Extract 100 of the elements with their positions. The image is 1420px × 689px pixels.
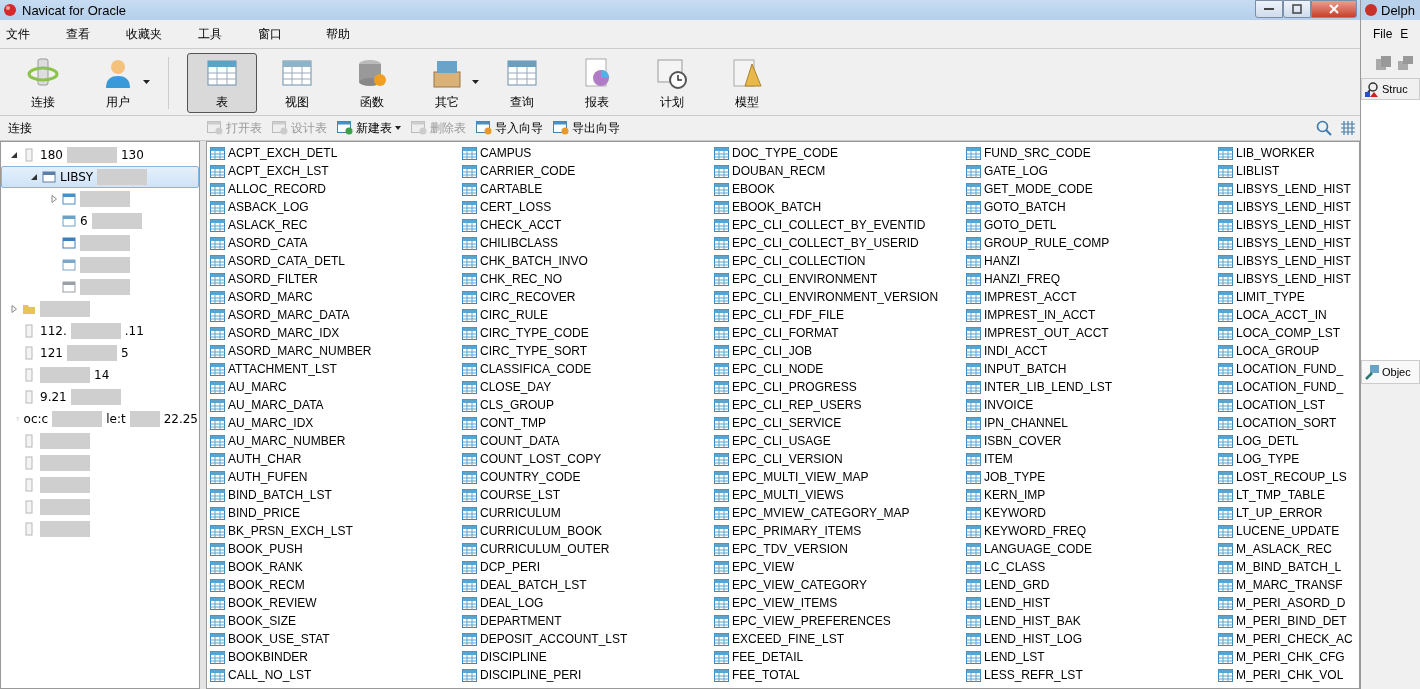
table-item[interactable]: ASORD_MARC_NUMBER [210, 342, 462, 360]
table-item[interactable]: LOCATION_FUND_ [1218, 378, 1359, 396]
table-item[interactable]: DEAL_LOG [462, 594, 714, 612]
menu-item[interactable]: 工具 [198, 25, 234, 43]
table-item[interactable]: FEE_DETAIL [714, 648, 966, 666]
table-item[interactable]: AU_MARC_NUMBER [210, 432, 462, 450]
table-item[interactable]: GROUP_RULE_COMP [966, 234, 1218, 252]
table-item[interactable]: IMPREST_ACCT [966, 288, 1218, 306]
table-item[interactable]: LOST_RECOUP_LS [1218, 468, 1359, 486]
menu-item[interactable]: File [1373, 27, 1393, 41]
table-item[interactable]: CONT_TMP [462, 414, 714, 432]
table-item[interactable]: GOTO_BATCH [966, 198, 1218, 216]
toolbar-button[interactable]: 查询 [487, 53, 557, 113]
table-item[interactable]: IMPREST_OUT_ACCT [966, 324, 1218, 342]
table-item[interactable]: EPC_CLI_USAGE [714, 432, 966, 450]
table-item[interactable]: FUND_SRC_CODE [966, 144, 1218, 162]
panel-tab[interactable]: Struc [1361, 78, 1420, 100]
table-item[interactable]: GET_MODE_CODE [966, 180, 1218, 198]
toolbar-button[interactable]: 计划 [637, 53, 707, 113]
table-item[interactable]: EPC_MVIEW_CATEGORY_MAP [714, 504, 966, 522]
table-item[interactable]: LIBLIST [1218, 162, 1359, 180]
table-item[interactable]: ACPT_EXCH_DETL [210, 144, 462, 162]
table-item[interactable]: DOC_TYPE_CODE [714, 144, 966, 162]
table-item[interactable]: LOCA_COMP_LST [1218, 324, 1359, 342]
table-item[interactable]: M_PERI_CHK_CFG [1218, 648, 1359, 666]
table-item[interactable]: BOOKBINDER [210, 648, 462, 666]
table-item[interactable]: LIBSYS_LEND_HIST [1218, 234, 1359, 252]
menu-item[interactable]: E [1400, 27, 1409, 41]
table-item[interactable]: FEE_TOTAL [714, 666, 966, 684]
table-item[interactable]: AU_MARC [210, 378, 462, 396]
table-item[interactable]: ASORD_CATA_DETL [210, 252, 462, 270]
tree-item[interactable]: 6 [1, 210, 199, 232]
table-item[interactable]: LEND_HIST [966, 594, 1218, 612]
table-item[interactable]: CERT_LOSS [462, 198, 714, 216]
table-item[interactable]: EPC_CLI_NODE [714, 360, 966, 378]
grid-view-icon[interactable] [1340, 120, 1356, 136]
table-item[interactable]: EBOOK_BATCH [714, 198, 966, 216]
toolbar-button[interactable]: 用户 [83, 53, 153, 113]
table-item[interactable]: BOOK_REVIEW [210, 594, 462, 612]
toolbar-button[interactable]: 视图 [262, 53, 332, 113]
toolbar-button[interactable]: 其它 [412, 53, 482, 113]
table-item[interactable]: EPC_MULTI_VIEW_MAP [714, 468, 966, 486]
table-item[interactable]: CURRICULUM_BOOK [462, 522, 714, 540]
table-item[interactable]: EPC_CLI_COLLECT_BY_EVENTID [714, 216, 966, 234]
tree-item[interactable]: LIBSY [1, 166, 199, 188]
table-item[interactable]: CIRC_RECOVER [462, 288, 714, 306]
table-item[interactable]: LIBSYS_LEND_HIST [1218, 252, 1359, 270]
table-item[interactable]: CARTABLE [462, 180, 714, 198]
table-item[interactable]: CIRC_RULE [462, 306, 714, 324]
table-item[interactable]: EPC_CLI_PROGRESS [714, 378, 966, 396]
table-item[interactable]: AUTH_CHAR [210, 450, 462, 468]
table-item[interactable]: EPC_CLI_REP_USERS [714, 396, 966, 414]
table-item[interactable]: BOOK_PUSH [210, 540, 462, 558]
copy-icon[interactable] [1375, 55, 1393, 71]
table-item[interactable]: KERN_IMP [966, 486, 1218, 504]
table-item[interactable]: LEND_HIST_BAK [966, 612, 1218, 630]
table-item[interactable]: EPC_VIEW_PREFERENCES [714, 612, 966, 630]
menu-item[interactable]: 窗口 [258, 25, 294, 43]
table-item[interactable]: ASORD_MARC_DATA [210, 306, 462, 324]
table-item[interactable]: LIMIT_TYPE [1218, 288, 1359, 306]
table-item[interactable]: EBOOK [714, 180, 966, 198]
table-item[interactable]: AU_MARC_IDX [210, 414, 462, 432]
table-item[interactable]: CURRICULUM_OUTER [462, 540, 714, 558]
table-item[interactable]: EPC_CLI_JOB [714, 342, 966, 360]
table-item[interactable]: ALLOC_RECORD [210, 180, 462, 198]
table-item[interactable]: BOOK_RANK [210, 558, 462, 576]
table-item[interactable]: IPN_CHANNEL [966, 414, 1218, 432]
table-item[interactable]: JOB_TYPE [966, 468, 1218, 486]
table-item[interactable]: M_PERI_BIND_DET [1218, 612, 1359, 630]
table-item[interactable]: EPC_VIEW_CATEGORY [714, 576, 966, 594]
table-item[interactable]: INPUT_BATCH [966, 360, 1218, 378]
table-item[interactable]: LIBSYS_LEND_HIST [1218, 270, 1359, 288]
toolbar-button[interactable]: 表 [187, 53, 257, 113]
table-item[interactable]: LIBSYS_LEND_HIST [1218, 216, 1359, 234]
table-item[interactable]: DEPOSIT_ACCOUNT_LST [462, 630, 714, 648]
table-item[interactable]: ASORD_CATA [210, 234, 462, 252]
toolbar-button[interactable]: 函数 [337, 53, 407, 113]
tree-item[interactable]: 112. .11 [1, 320, 199, 342]
table-item[interactable]: CHILIBCLASS [462, 234, 714, 252]
table-item[interactable]: GOTO_DETL [966, 216, 1218, 234]
table-item[interactable]: ATTACHMENT_LST [210, 360, 462, 378]
table-item[interactable]: LOCA_ACCT_IN [1218, 306, 1359, 324]
table-item[interactable]: CHECK_ACCT [462, 216, 714, 234]
table-item[interactable]: LANGUAGE_CODE [966, 540, 1218, 558]
table-item[interactable]: KEYWORD [966, 504, 1218, 522]
tree-item[interactable]: 121 5 [1, 342, 199, 364]
table-item[interactable]: BIND_PRICE [210, 504, 462, 522]
table-item[interactable]: EPC_PRIMARY_ITEMS [714, 522, 966, 540]
table-item[interactable]: CAMPUS [462, 144, 714, 162]
table-item[interactable]: CLOSE_DAY [462, 378, 714, 396]
panel-tab[interactable]: Objec [1361, 360, 1420, 384]
table-item[interactable]: M_PERI_CHK_VOL [1218, 666, 1359, 684]
table-item[interactable]: DCP_PERI [462, 558, 714, 576]
table-item[interactable]: EPC_CLI_COLLECT_BY_USERID [714, 234, 966, 252]
table-item[interactable]: LESS_REFR_LST [966, 666, 1218, 684]
table-item[interactable]: CHK_BATCH_INVO [462, 252, 714, 270]
maximize-button[interactable] [1283, 0, 1311, 18]
table-item[interactable]: LOCATION_FUND_ [1218, 360, 1359, 378]
action-button[interactable]: 新建表 [335, 119, 403, 137]
table-item[interactable]: COUNTRY_CODE [462, 468, 714, 486]
